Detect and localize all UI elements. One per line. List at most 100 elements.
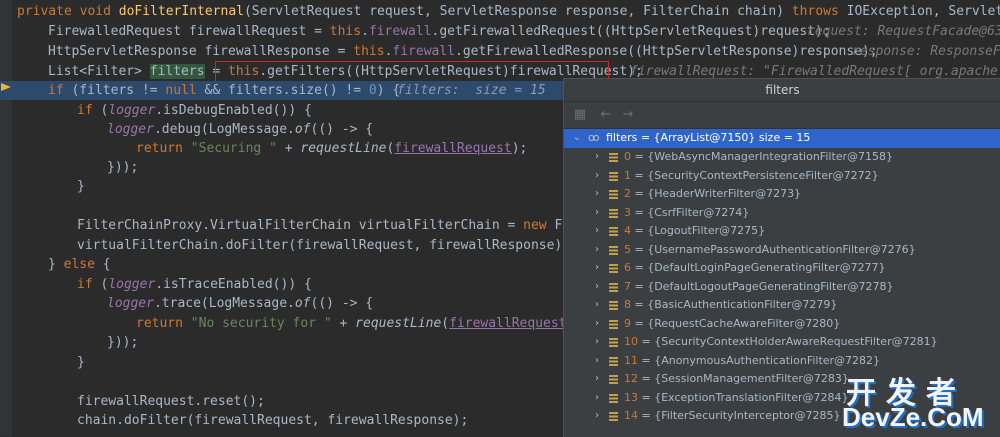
field-icon [609, 356, 618, 366]
chevron-down-icon[interactable]: ⌄ [572, 129, 582, 148]
tree-row[interactable]: › 2 = {HeaderWriterFilter@7273} [564, 185, 1000, 204]
code-token: } [77, 179, 85, 194]
code-token: firewallRequest.reset(); [77, 394, 265, 409]
item-value: = {RequestCacheAwareFilter@7280} [631, 316, 841, 330]
chevron-right-icon[interactable]: › [592, 278, 602, 297]
code-token: (filters != [71, 83, 166, 98]
chevron-right-icon[interactable]: › [592, 389, 602, 408]
code-line-1: private void doFilterInternal(ServletReq… [0, 2, 1000, 21]
root-value: = {ArrayList@7150} size = 15 [637, 131, 811, 144]
tree-row[interactable]: › 6 = {DefaultLoginPageGeneratingFilter@7… [564, 259, 1000, 278]
tree-row[interactable]: › 9 = {RequestCacheAwareFilter@7280} [564, 315, 1000, 334]
code-token: private void [17, 4, 119, 19]
code-token: if [77, 103, 101, 118]
item-value: = {SecurityContextHolderAwareRequestFilt… [638, 335, 938, 348]
code-token: if [77, 277, 101, 292]
highlight-box [215, 61, 609, 82]
item-value: = {SessionManagementFilter@7283} [638, 372, 849, 385]
code-token: new [523, 218, 555, 233]
chevron-right-icon[interactable]: › [592, 296, 602, 315]
code-token: . [361, 24, 369, 39]
code-token: virtualFilterChain.doFilter(firewallRequ… [77, 238, 571, 253]
chevron-right-icon[interactable]: › [592, 167, 602, 186]
forward-arrow-icon[interactable]: → [620, 107, 636, 123]
code-token: } [48, 257, 64, 272]
code-line-3: HttpServletResponse firewallResponse = t… [0, 42, 1000, 61]
code-token: ); [511, 141, 528, 156]
watermark-logo: 开发者 DevZe.CoM [840, 368, 1000, 436]
item-index: 9 [624, 316, 631, 330]
chevron-right-icon[interactable]: › [592, 204, 602, 223]
chevron-right-icon[interactable]: › [592, 407, 602, 426]
root-name: filters [606, 131, 638, 144]
code-token: { [102, 257, 111, 272]
item-index: 4 [624, 224, 631, 237]
code-token: firewall [392, 44, 456, 59]
chevron-right-icon[interactable]: › [592, 352, 602, 371]
execution-point-icon[interactable] [1, 81, 11, 93]
chevron-right-icon[interactable]: › [592, 222, 602, 241]
code-token: })); [107, 160, 139, 175]
chevron-right-icon[interactable]: › [592, 241, 602, 260]
field-icon [609, 319, 618, 329]
item-value: = {SecurityContextPersistenceFilter@7272… [631, 168, 879, 182]
field-icon [609, 171, 618, 181]
code-token: of [294, 296, 311, 311]
item-index: 11 [624, 353, 638, 367]
field-icon [609, 264, 618, 273]
chevron-right-icon[interactable]: › [592, 185, 602, 204]
field-icon [609, 412, 618, 421]
code-line-2: FirewalledRequest firewallRequest = this… [0, 22, 1000, 41]
code-token: firewallRequest [394, 141, 512, 156]
code-token: this [353, 44, 385, 59]
chevron-right-icon[interactable]: › [592, 333, 602, 352]
field-icon [609, 245, 618, 255]
tree-row[interactable]: › 10 = {SecurityContextHolderAwareRequest… [564, 333, 1000, 352]
popup-toolbar: ▦ ← → [564, 102, 1000, 129]
item-index: 0 [624, 150, 631, 163]
code-token: HttpServletResponse firewallResponse = [48, 44, 354, 59]
item-value: = {WebAsyncManagerIntegrationFilter@7158… [631, 150, 894, 163]
chevron-right-icon[interactable]: › [592, 259, 602, 278]
chevron-right-icon[interactable]: › [592, 148, 602, 167]
debug-inline-hint: request: RequestFacade@633 [807, 24, 1000, 39]
code-token: null [165, 83, 197, 98]
item-index: 12 [624, 372, 638, 385]
code-token: filters [149, 64, 205, 79]
item-index: 6 [624, 261, 631, 274]
code-token: logger [108, 103, 156, 118]
item-value: = {HeaderWriterFilter@7273} [631, 187, 802, 200]
item-value: = {ExceptionTranslationFilter@7284} [638, 390, 849, 404]
item-value: = {FilterSecurityInterceptor@7285} [638, 409, 841, 422]
tree-row[interactable]: › 4 = {LogoutFilter@7275} [564, 222, 1000, 241]
code-token: chain.doFilter(firewallRequest, firewall… [77, 413, 469, 428]
code-token: ( [441, 316, 450, 331]
tree-row[interactable]: › 7 = {DefaultLogoutPageGeneratingFilter@… [564, 278, 1000, 297]
code-token: "Securing " [190, 141, 277, 156]
watch-icon[interactable]: ▦ [572, 107, 588, 123]
item-index: 10 [624, 335, 638, 348]
chevron-right-icon[interactable]: › [592, 370, 602, 389]
field-icon [609, 375, 618, 384]
code-token: (() -> { [310, 122, 374, 137]
item-index: 1 [624, 168, 631, 182]
tree-row[interactable]: › 5 = {UsernamePasswordAuthenticationFilt… [564, 241, 1000, 260]
tree-row-root[interactable]: ⌄ oo filters = {ArrayList@7150} size = 1… [564, 129, 1000, 148]
tree-row[interactable]: › 1 = {SecurityContextPersistenceFilter@7… [564, 167, 1000, 186]
chevron-right-icon[interactable]: › [592, 315, 602, 334]
code-token: logger [108, 277, 156, 292]
code-token: (() -> { [310, 296, 374, 311]
code-token: return [136, 316, 191, 331]
field-icon [609, 208, 618, 218]
tree-row[interactable]: › 3 = {CsrfFilter@7274} [564, 204, 1000, 223]
field-icon [609, 338, 618, 347]
code-token: FirewalledRequest firewallRequest = [48, 24, 330, 39]
tree-row[interactable]: › 0 = {WebAsyncManagerIntegrationFilter@7… [564, 148, 1000, 167]
code-token: .isDebugEnabled()) { [155, 103, 312, 118]
code-token: requestLine [300, 141, 387, 156]
back-arrow-icon[interactable]: ← [598, 107, 614, 123]
field-icon [609, 301, 618, 310]
field-icon [609, 282, 618, 292]
tree-row[interactable]: › 8 = {BasicAuthenticationFilter@7279} [564, 296, 1000, 315]
code-token: throws [791, 4, 847, 19]
